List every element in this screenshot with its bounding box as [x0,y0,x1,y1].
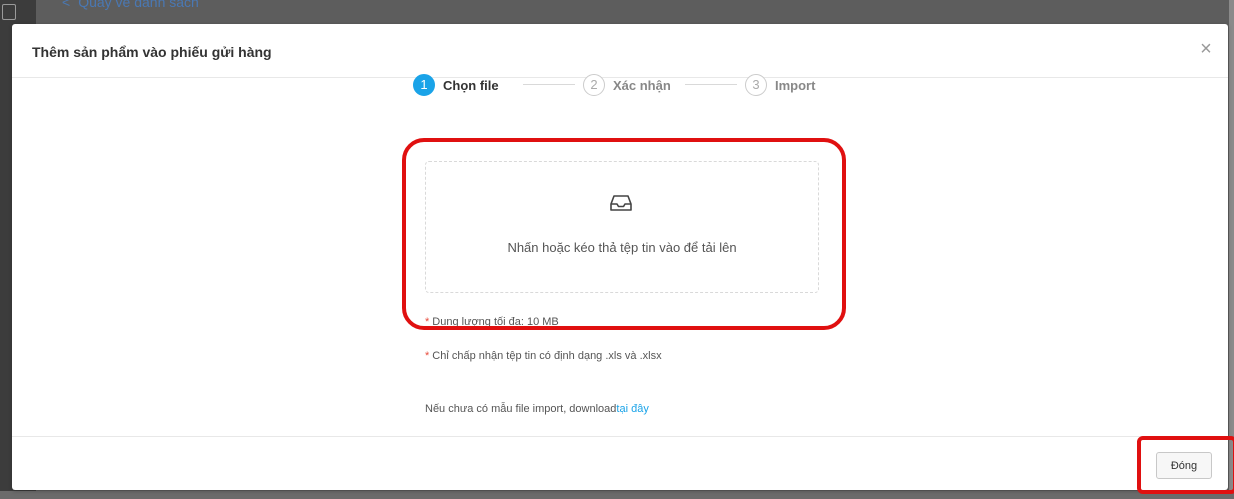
bottom-edge [0,491,1234,499]
note-max-size: * Dung lượng tối đa: 10 MB [425,316,559,328]
note-text: Chỉ chấp nhận tệp tin có định dạng .xls … [432,350,662,362]
note-formats: * Chỉ chấp nhận tệp tin có định dạng .xls… [425,350,662,362]
step-number: 2 [583,74,605,96]
modal-title: Thêm sản phẩm vào phiếu gửi hàng [32,44,272,60]
inbox-icon [610,195,632,211]
close-button[interactable]: Đóng [1156,452,1212,479]
required-asterisk: * [425,350,430,362]
download-template-link[interactable]: tại đây [616,403,648,415]
step-connector [523,84,575,85]
note-text: Dung lượng tối đa: 10 MB [432,316,559,328]
step-label: Xác nhận [613,77,671,93]
step-number: 3 [745,74,767,96]
dropzone-text: Nhấn hoặc kéo thả tệp tin vào để tải lên [507,240,737,255]
modal-header: Thêm sản phẩm vào phiếu gửi hàng × [12,24,1228,78]
chevron-left-icon: < [62,0,71,10]
step-label: Chọn file [443,77,499,93]
note-text: Nếu chưa có mẫu file import, download [425,403,617,415]
import-steps: 1 Chọn file 2 Xác nhận 3 Import [413,73,833,99]
step-number: 1 [413,74,435,96]
step-confirm: 2 Xác nhận [583,73,671,97]
import-modal: Thêm sản phẩm vào phiếu gửi hàng × 1 Chọ… [12,24,1228,490]
required-asterisk: * [425,316,430,328]
step-choose-file: 1 Chọn file [413,73,499,97]
step-import: 3 Import [745,73,815,97]
close-icon[interactable]: × [1196,38,1216,60]
file-dropzone[interactable]: Nhấn hoặc kéo thả tệp tin vào để tải lên [425,161,819,293]
back-to-list-link[interactable]: < Quay về danh sách [62,0,199,10]
step-label: Import [775,77,816,93]
right-scroll-edge [1229,0,1234,499]
menu-icon[interactable] [2,4,16,20]
back-link-label: Quay về danh sách [78,0,199,10]
note-template: Nếu chưa có mẫu file import, downloadtại… [425,403,649,415]
modal-footer: Đóng [12,436,1228,490]
step-connector [685,84,737,85]
